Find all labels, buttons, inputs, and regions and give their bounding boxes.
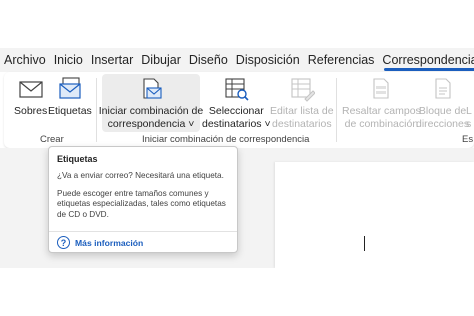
cutoff-ribbon-button[interactable]: L s xyxy=(466,74,474,131)
mas-informacion-label: Más información xyxy=(75,237,144,248)
iniciar-label-1: Iniciar combinación de xyxy=(98,105,204,117)
ribbon-panel: Sobres Etiquetas Crear Iniciar combinaci… xyxy=(4,72,474,148)
seleccionar-label-1: Seleccionar xyxy=(208,105,264,117)
cutoff-label-2: s xyxy=(466,118,472,130)
edit-recipient-list-icon xyxy=(291,78,315,102)
envelope-icon xyxy=(19,81,43,98)
resaltar-label-1: Resaltar campos xyxy=(342,105,421,117)
group-label-crear: Crear xyxy=(40,134,64,145)
select-recipients-icon xyxy=(225,78,249,101)
tab-disposicion[interactable]: Disposición xyxy=(232,48,304,72)
address-block-icon xyxy=(435,78,451,99)
seleccionar-label-2: destinatarios ˅ xyxy=(202,118,271,130)
cutoff-label-1: L xyxy=(466,105,472,117)
tab-diseno[interactable]: Diseño xyxy=(185,48,232,72)
highlight-merge-fields-icon xyxy=(373,78,389,99)
tab-insertar[interactable]: Insertar xyxy=(87,48,137,72)
mas-informacion-link[interactable]: ? Más información xyxy=(57,236,143,249)
sobres-button[interactable]: Sobres xyxy=(14,74,47,118)
etiquetas-label: Etiquetas xyxy=(48,105,92,117)
bloque-label-1: Bloque de xyxy=(418,105,467,117)
document-page[interactable] xyxy=(275,162,474,268)
group-label-cutoff: Es xyxy=(462,134,474,145)
iniciar-combinacion-button[interactable]: Iniciar combinación de correspondencia ˅ xyxy=(98,74,204,132)
tab-correspondencia[interactable]: Correspondencia xyxy=(378,48,474,72)
tab-dibujar[interactable]: Dibujar xyxy=(137,48,185,72)
help-icon: ? xyxy=(57,236,70,249)
iniciar-label-2: correspondencia ˅ xyxy=(107,118,195,130)
tooltip-title: Etiquetas xyxy=(57,154,98,164)
word-window: Archivo Inicio Insertar Dibujar Diseño D… xyxy=(0,0,474,316)
group-divider xyxy=(336,78,337,142)
tooltip-divider xyxy=(49,231,237,232)
tooltip-line-1: ¿Va a enviar correo? Necesitará una etiq… xyxy=(57,171,224,180)
tab-referencias[interactable]: Referencias xyxy=(304,48,379,72)
editar-lista-button[interactable]: Editar lista de destinatarios xyxy=(270,74,334,131)
title-area xyxy=(0,0,474,46)
etiquetas-tooltip: Etiquetas ¿Va a enviar correo? Necesitar… xyxy=(48,146,238,253)
editar-label-1: Editar lista de xyxy=(270,105,334,117)
group-label-iniciar: Iniciar combinación de correspondencia xyxy=(142,134,310,145)
bloque-direcciones-button[interactable]: Bloque de direcciones xyxy=(416,74,469,131)
seleccionar-destinatarios-button[interactable]: Seleccionar destinatarios ˅ xyxy=(202,74,271,131)
group-divider xyxy=(96,78,97,142)
labels-icon xyxy=(59,77,81,99)
resaltar-campos-button[interactable]: Resaltar campos de combinación xyxy=(342,74,421,131)
tooltip-line-2: Puede escoger entre tamaños comunes y et… xyxy=(57,188,226,219)
bloque-label-2: direcciones xyxy=(416,118,470,130)
status-area xyxy=(0,268,474,316)
editar-label-2: destinatarios xyxy=(272,118,332,130)
ribbon-tabs: Archivo Inicio Insertar Dibujar Diseño D… xyxy=(0,48,474,72)
sobres-label: Sobres xyxy=(14,105,48,117)
tab-inicio[interactable]: Inicio xyxy=(50,48,87,72)
tab-archivo[interactable]: Archivo xyxy=(0,48,50,72)
resaltar-label-2: de combinación xyxy=(344,118,419,130)
etiquetas-button[interactable]: Etiquetas xyxy=(48,74,92,118)
text-cursor xyxy=(364,236,365,251)
start-mail-merge-icon xyxy=(143,78,162,99)
